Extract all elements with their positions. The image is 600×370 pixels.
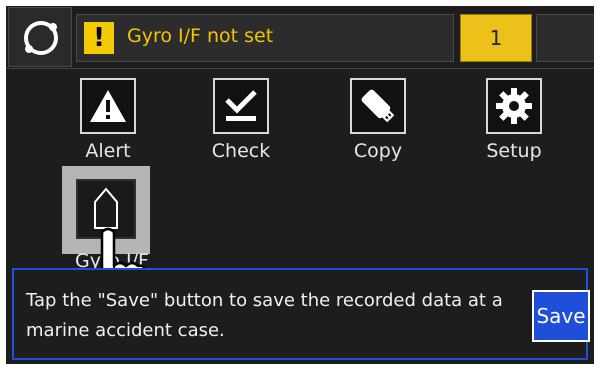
connection-status-indicator[interactable] bbox=[8, 7, 72, 67]
alert-button[interactable]: Alert bbox=[58, 78, 158, 162]
alert-count-badge[interactable]: 1 bbox=[460, 14, 532, 62]
setup-label: Setup bbox=[486, 140, 542, 162]
divider bbox=[6, 68, 594, 69]
exclamation-icon: ! bbox=[84, 22, 114, 54]
copy-label: Copy bbox=[353, 140, 403, 162]
alert-message: Gyro I/F not set bbox=[127, 25, 274, 47]
alert-message-bar[interactable]: ! Gyro I/F not set bbox=[76, 14, 454, 62]
check-label: Check bbox=[211, 140, 271, 162]
checkmark-icon bbox=[213, 78, 269, 134]
alert-label: Alert bbox=[85, 140, 131, 162]
gear-icon bbox=[486, 78, 542, 134]
message-text: Tap the "Save" button to save the record… bbox=[26, 290, 503, 341]
cycle-icon bbox=[24, 21, 58, 55]
check-button[interactable]: Check bbox=[191, 78, 291, 162]
setup-button[interactable]: Setup bbox=[464, 78, 564, 162]
save-button[interactable]: Save bbox=[532, 290, 590, 342]
copy-button[interactable]: Copy bbox=[328, 78, 428, 162]
device-screen: ! Gyro I/F not set 1 Alert Check Copy Se… bbox=[6, 6, 594, 364]
message-panel: Tap the "Save" button to save the record… bbox=[12, 268, 590, 360]
warning-triangle-icon bbox=[80, 78, 136, 134]
status-box[interactable] bbox=[536, 14, 594, 62]
usb-drive-icon bbox=[350, 78, 406, 134]
